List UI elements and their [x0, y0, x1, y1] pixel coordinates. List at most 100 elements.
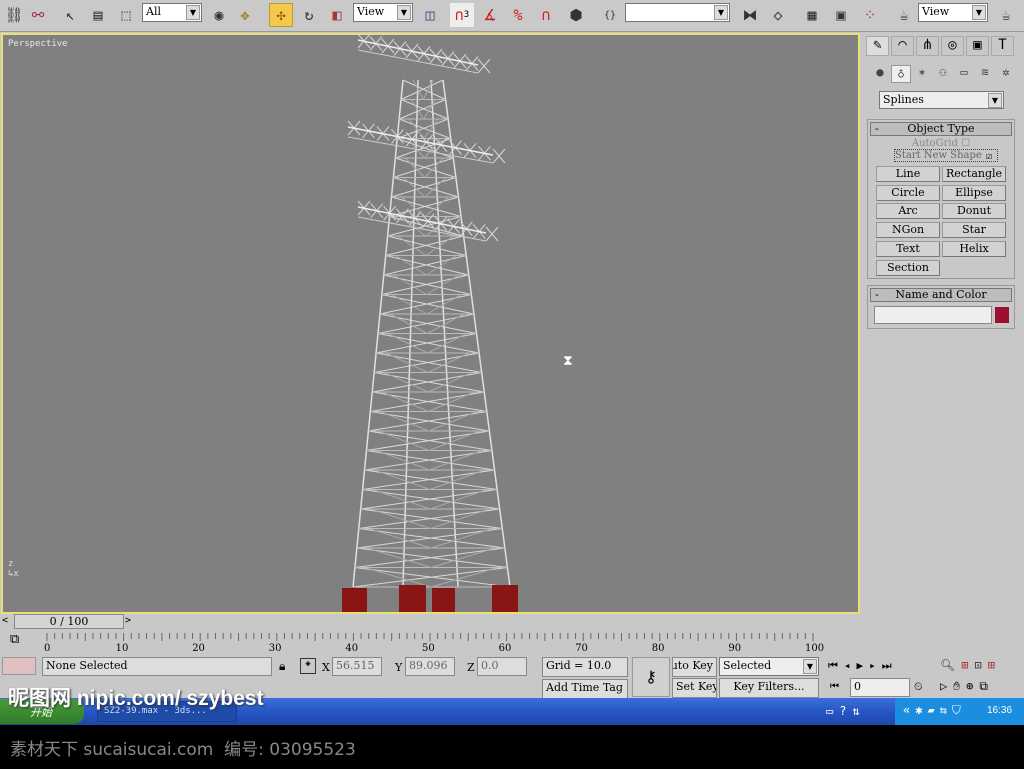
- selection-filter-dropdown[interactable]: All ▼: [142, 3, 202, 22]
- y-coordinate-input[interactable]: 89.096: [405, 657, 455, 676]
- motion-icon[interactable]: ◎: [941, 36, 964, 56]
- previous-frame-icon[interactable]: ◂: [844, 659, 857, 672]
- zoom-extents-all-icon[interactable]: ⊞: [988, 658, 1001, 672]
- set-key-icon[interactable]: ⚷: [632, 657, 670, 697]
- tray-icons[interactable]: «✱▰⇆⛉: [903, 703, 966, 718]
- angle-snap-icon[interactable]: ∡: [478, 3, 502, 27]
- zoom-all-icon[interactable]: ⊞: [961, 658, 974, 672]
- perspective-viewport[interactable]: Perspective ⧗ z ↳x: [1, 33, 860, 614]
- shape-button-star[interactable]: Star: [942, 222, 1006, 239]
- zoom-icon[interactable]: 🔍︎: [940, 658, 961, 672]
- shape-button-text[interactable]: Text: [876, 240, 940, 257]
- move-icon[interactable]: ✣: [269, 3, 293, 27]
- geometry-icon[interactable]: ●: [870, 65, 890, 83]
- shape-button-rectangle[interactable]: Rectangle: [942, 166, 1006, 182]
- create-icon[interactable]: ✎: [866, 36, 889, 56]
- cameras-icon[interactable]: ⚇: [933, 65, 953, 83]
- mirror-icon[interactable]: ⧓: [738, 3, 762, 27]
- network-icon[interactable]: ⇅: [852, 704, 865, 718]
- rect-selection-icon[interactable]: ⬚: [114, 3, 138, 27]
- track-view-icon[interactable]: ▦: [800, 3, 824, 27]
- object-color-swatch[interactable]: [995, 307, 1009, 323]
- auto-key-button[interactable]: Auto Key: [672, 657, 717, 677]
- percent-snap-icon[interactable]: %: [506, 3, 530, 27]
- go-to-start-icon[interactable]: ⏮: [828, 659, 844, 672]
- render-view-dropdown[interactable]: View ▼: [918, 3, 988, 22]
- render-scene-icon[interactable]: ☕: [892, 3, 916, 27]
- shape-button-helix[interactable]: Helix: [942, 240, 1006, 257]
- field-of-view-icon[interactable]: ▷: [940, 679, 953, 693]
- arc-rotate-icon[interactable]: ⊕: [966, 679, 979, 693]
- zoom-extents-icon[interactable]: ⊡: [974, 658, 987, 672]
- prev-frame-button[interactable]: <: [2, 615, 8, 626]
- maximize-viewport-icon[interactable]: ⧉: [979, 679, 994, 693]
- select-by-name-icon[interactable]: ▤: [86, 3, 110, 27]
- quick-render-icon[interactable]: ☕: [994, 3, 1018, 27]
- hierarchy-icon[interactable]: ⋔: [916, 36, 939, 56]
- time-slider-track[interactable]: < 0 / 100 >: [0, 614, 862, 630]
- object-type-header[interactable]: - Object Type: [870, 122, 1012, 136]
- next-frame-button[interactable]: >: [125, 615, 131, 626]
- start-new-shape-checkbox[interactable]: Start New Shape: [894, 149, 998, 162]
- shapes-icon[interactable]: ♁: [891, 65, 911, 83]
- shape-button-section[interactable]: Section: [876, 259, 940, 276]
- transmission-tower-model[interactable]: [3, 35, 858, 612]
- display-icon[interactable]: ▣: [966, 36, 989, 56]
- keyboard-icon[interactable]: ▭: [826, 704, 839, 718]
- key-filters-button[interactable]: Key Filters...: [719, 678, 819, 698]
- ref-coord-dropdown[interactable]: View ▼: [353, 3, 413, 22]
- frame-tick-label: 40: [345, 643, 359, 654]
- x-coordinate-input[interactable]: 56.515: [332, 657, 382, 676]
- max-script-listener-swatch[interactable]: [2, 657, 36, 675]
- add-time-tag-button[interactable]: Add Time Tag: [542, 679, 628, 699]
- play-icon[interactable]: ▶: [857, 659, 870, 672]
- snap-icon[interactable]: ∩ 3: [450, 3, 474, 27]
- spacewarps-icon[interactable]: ≋: [975, 65, 995, 83]
- z-coordinate-input[interactable]: 0.0: [477, 657, 527, 676]
- current-frame-input[interactable]: 0: [850, 678, 910, 697]
- select-manipulate-icon[interactable]: ✥: [233, 3, 257, 27]
- chevron-down-icon: ▼: [803, 659, 817, 674]
- systems-icon[interactable]: ✲: [996, 65, 1016, 83]
- select-icon[interactable]: ↖: [58, 3, 82, 27]
- unlink-icon[interactable]: ⚯: [26, 3, 50, 27]
- key-mode-toggle-icon[interactable]: ⏮: [830, 681, 839, 692]
- helpers-icon[interactable]: ▭: [954, 65, 974, 83]
- modify-icon[interactable]: ◠: [891, 36, 914, 56]
- next-frame-icon[interactable]: ▸: [869, 659, 882, 672]
- object-name-input[interactable]: [874, 306, 992, 324]
- utilities-icon[interactable]: T: [991, 36, 1014, 56]
- autogrid-checkbox[interactable]: AutoGrid ☐: [868, 138, 1014, 149]
- scale-icon[interactable]: ◧: [325, 3, 349, 27]
- edit-named-selection-icon[interactable]: ⬢: [564, 3, 588, 27]
- shape-button-arc[interactable]: Arc: [876, 203, 940, 220]
- material-editor-icon[interactable]: ⁘: [858, 3, 882, 27]
- time-slider-thumb[interactable]: 0 / 100: [14, 614, 124, 629]
- time-configuration-icon[interactable]: ⏲: [914, 680, 923, 694]
- set-key-button[interactable]: Set Key: [672, 678, 717, 698]
- schematic-icon[interactable]: ▣: [829, 3, 853, 27]
- pivot-icon[interactable]: ◫: [418, 3, 442, 27]
- spinner-snap-icon[interactable]: ∩: [534, 3, 558, 27]
- shape-button-line[interactable]: Line: [876, 166, 940, 182]
- named-selection-dropdown[interactable]: ▼: [625, 3, 730, 22]
- shape-button-ngon[interactable]: NGon: [876, 222, 940, 239]
- align-icon[interactable]: ◇: [766, 3, 790, 27]
- pan-icon[interactable]: ✋︎: [953, 679, 966, 693]
- shape-button-circle[interactable]: Circle: [876, 184, 940, 201]
- track-bar[interactable]: ⧉ 0 10 20 30 40 50 60 70 80 90 100: [0, 630, 862, 656]
- absolute-mode-icon[interactable]: ◈: [300, 658, 316, 674]
- shape-button-ellipse[interactable]: Ellipse: [942, 184, 1006, 201]
- window-crossing-icon[interactable]: ◉: [207, 3, 231, 27]
- lights-icon[interactable]: ✶: [912, 65, 932, 83]
- rotate-icon[interactable]: ↻: [297, 3, 321, 27]
- link-icon[interactable]: ⛓: [2, 3, 26, 27]
- go-to-end-icon[interactable]: ⏭: [882, 659, 898, 672]
- key-mode-dropdown[interactable]: Selected ▼: [719, 657, 819, 676]
- category-dropdown[interactable]: Splines ▼: [879, 91, 1004, 109]
- shape-button-donut[interactable]: Donut: [942, 203, 1006, 220]
- name-and-color-header[interactable]: - Name and Color: [870, 288, 1012, 302]
- lock-selection-icon[interactable]: 🔒︎: [279, 659, 285, 674]
- help-icon[interactable]: ?: [839, 704, 852, 718]
- named-sets-icon[interactable]: {}: [598, 3, 622, 27]
